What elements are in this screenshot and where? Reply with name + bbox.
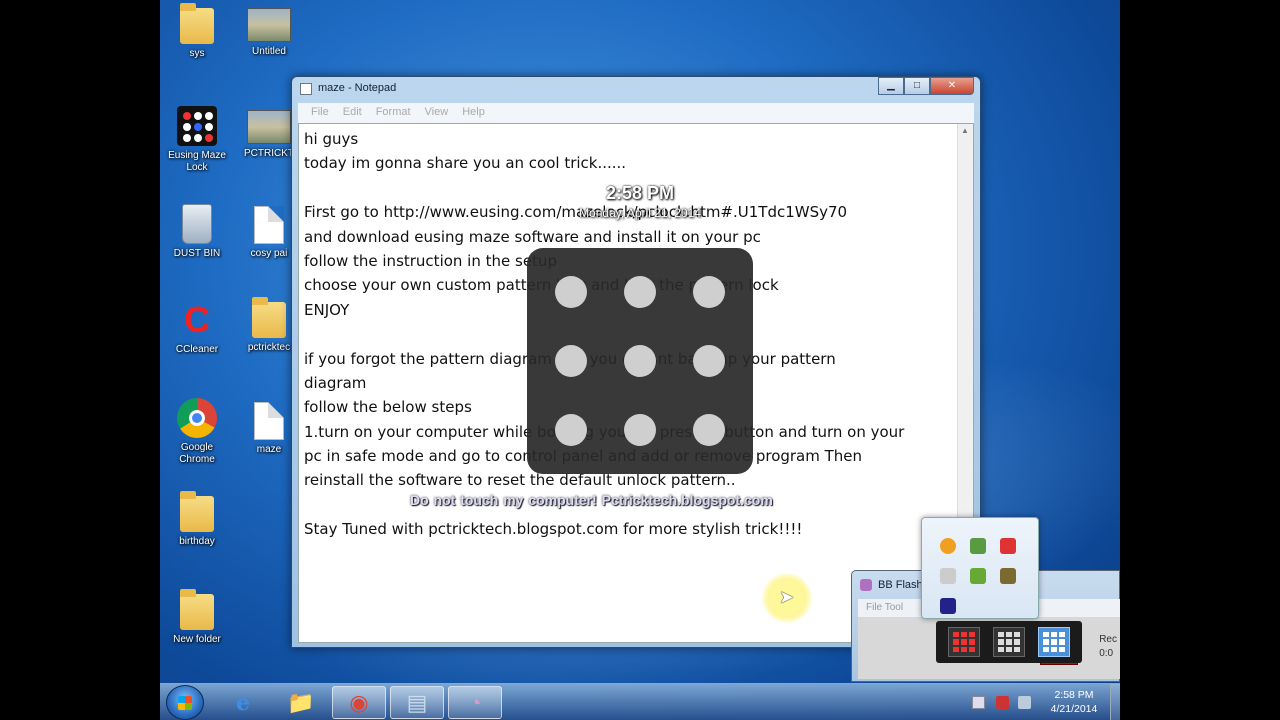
taskbar-file-explorer[interactable]: 📁 — [274, 686, 328, 719]
book-icon[interactable] — [970, 568, 986, 584]
close-button[interactable]: ✕ — [930, 77, 974, 95]
tray-overflow-popup — [921, 517, 1039, 619]
folder-icon — [252, 297, 286, 338]
desktop-icon-label: Eusing Maze Lock — [168, 150, 226, 173]
desktop-icon-new-folder[interactable]: New folder — [162, 589, 232, 646]
ccleaner-icon: C — [184, 299, 210, 340]
folder-icon — [180, 491, 214, 532]
image-thumbnail-icon — [247, 110, 291, 144]
desktop-icon-eusing-maze-lock[interactable]: Eusing Maze Lock — [162, 106, 232, 174]
chrome-icon — [177, 398, 217, 438]
record-tray-icon[interactable] — [1000, 538, 1016, 554]
image-thumbnail-icon — [247, 8, 291, 42]
desktop-icon-label: pctricktec — [247, 342, 291, 353]
desktop-icon-label: cosy pai — [250, 248, 288, 259]
lock-clock-date: Monday, April 21, 2014 — [579, 206, 701, 220]
pattern-grid-red-button[interactable] — [948, 627, 981, 657]
taskbar-notepad[interactable]: ▤ — [390, 686, 444, 719]
menu-help[interactable]: Help — [455, 103, 492, 123]
minimize-button[interactable]: ▁ — [878, 77, 904, 95]
desktop-icon-label: CCleaner — [175, 344, 219, 355]
text-line: hi guys — [304, 130, 359, 148]
maze-lock-icon: ◔ — [468, 689, 482, 715]
menu-bar: File Edit Format View Help — [298, 103, 974, 123]
taskbar-maze-lock[interactable]: ◔ — [448, 686, 502, 719]
lock-watermark-text: Do not touch my computer! Pctricktech.bl… — [410, 492, 773, 508]
printer-icon[interactable] — [1000, 568, 1016, 584]
record-status: Rec 0:0 — [1099, 633, 1117, 661]
menu-view[interactable]: View — [418, 103, 456, 123]
pattern-dot[interactable] — [555, 345, 587, 377]
maze-lock-app-icon — [177, 106, 217, 146]
start-button[interactable] — [166, 685, 204, 720]
taskbar-google-chrome[interactable]: ◉ — [332, 686, 386, 719]
pattern-dot[interactable] — [693, 276, 725, 308]
lock-clock-time: 2:58 PM — [605, 183, 675, 203]
document-icon — [254, 206, 284, 244]
desktop-icon-ccleaner[interactable]: C CCleaner — [162, 300, 232, 356]
desktop-icon-label: birthday — [179, 536, 215, 547]
recording-tray-icon[interactable] — [996, 696, 1009, 709]
show-desktop-button[interactable] — [1110, 684, 1120, 720]
folder-icon — [180, 589, 214, 630]
window-title: maze - Notepad — [318, 82, 397, 94]
desktop-icon-label: Google Chrome — [179, 442, 215, 465]
system-clock[interactable]: 2:58 PM 4/21/2014 — [1040, 688, 1108, 716]
desktop-icon-label: sys — [189, 48, 205, 59]
desktop-icon-label: Untitled — [252, 46, 286, 57]
volume-icon[interactable] — [1018, 696, 1031, 709]
pattern-dot[interactable] — [624, 414, 656, 446]
maximize-button[interactable]: □ — [904, 77, 930, 95]
pattern-dot[interactable] — [693, 345, 725, 377]
show-hidden-icons-icon[interactable] — [972, 696, 985, 709]
desktop-icon-dust-bin[interactable]: DUST BIN — [162, 204, 232, 260]
headphones-icon[interactable] — [940, 538, 956, 554]
desktop-icon-untitled[interactable]: Untitled — [234, 8, 304, 58]
pattern-dot[interactable] — [624, 345, 656, 377]
text-line: today im gonna share you an cool trick..… — [304, 154, 627, 173]
desktop-icon-label: New folder — [173, 634, 221, 645]
desktop-icon-label: DUST BIN — [173, 248, 221, 259]
pattern-dot[interactable] — [555, 276, 587, 308]
pattern-dot[interactable] — [555, 414, 587, 446]
network-icon[interactable] — [970, 538, 986, 554]
bb-flash-app-icon — [860, 579, 872, 591]
window-title: BB Flash — [878, 579, 923, 591]
notepad-icon: ▤ — [406, 689, 428, 715]
window-controls: ▁ □ ✕ — [878, 77, 974, 95]
pattern-lock-pad[interactable] — [527, 248, 753, 474]
recycle-bin-icon — [182, 204, 212, 244]
system-time: 2:58 PM — [1054, 689, 1094, 701]
flag-icon[interactable] — [940, 568, 956, 584]
mouse-cursor-icon: ➤ — [779, 587, 795, 607]
text-line: and download eusing maze software and in… — [304, 227, 761, 246]
taskbar: e 📁 ◉ ▤ ◔ 2:58 PM 4/21/2014 — [160, 683, 1120, 720]
internet-explorer-icon: e — [236, 689, 250, 716]
system-date: 4/21/2014 — [1050, 703, 1098, 715]
document-icon — [254, 402, 284, 440]
text-line: Stay Tuned with pctricktech.blogspot.com… — [304, 520, 803, 539]
notepad-app-icon — [300, 83, 312, 95]
record-label: Rec — [1099, 634, 1117, 645]
desktop-icon-birthday[interactable]: birthday — [162, 491, 232, 548]
pattern-selector-bar — [936, 621, 1082, 663]
taskbar-internet-explorer[interactable]: e — [216, 686, 270, 719]
desktop-icon-sys[interactable]: sys — [162, 3, 232, 60]
desktop-icon-google-chrome[interactable]: Google Chrome — [162, 398, 232, 466]
chrome-icon: ◉ — [349, 689, 369, 715]
pattern-dot[interactable] — [693, 414, 725, 446]
desktop: sys Untitled Eusing Maze Lock PCTRICKT D… — [160, 0, 1120, 720]
menu-format[interactable]: Format — [369, 103, 418, 123]
desktop-icon-label: PCTRICKT — [244, 148, 294, 159]
menu-file[interactable]: File — [304, 103, 336, 123]
menu-edit[interactable]: Edit — [336, 103, 369, 123]
record-time: 0:0 — [1099, 648, 1114, 659]
folder-icon: 📁 — [287, 689, 315, 715]
maze-tray-icon[interactable] — [940, 598, 956, 614]
pattern-dot[interactable] — [624, 276, 656, 308]
pattern-grid-button[interactable] — [992, 627, 1025, 657]
pattern-grid-blue-button[interactable] — [1037, 627, 1070, 657]
folder-icon — [180, 3, 214, 44]
desktop-icon-label: maze — [256, 444, 282, 455]
